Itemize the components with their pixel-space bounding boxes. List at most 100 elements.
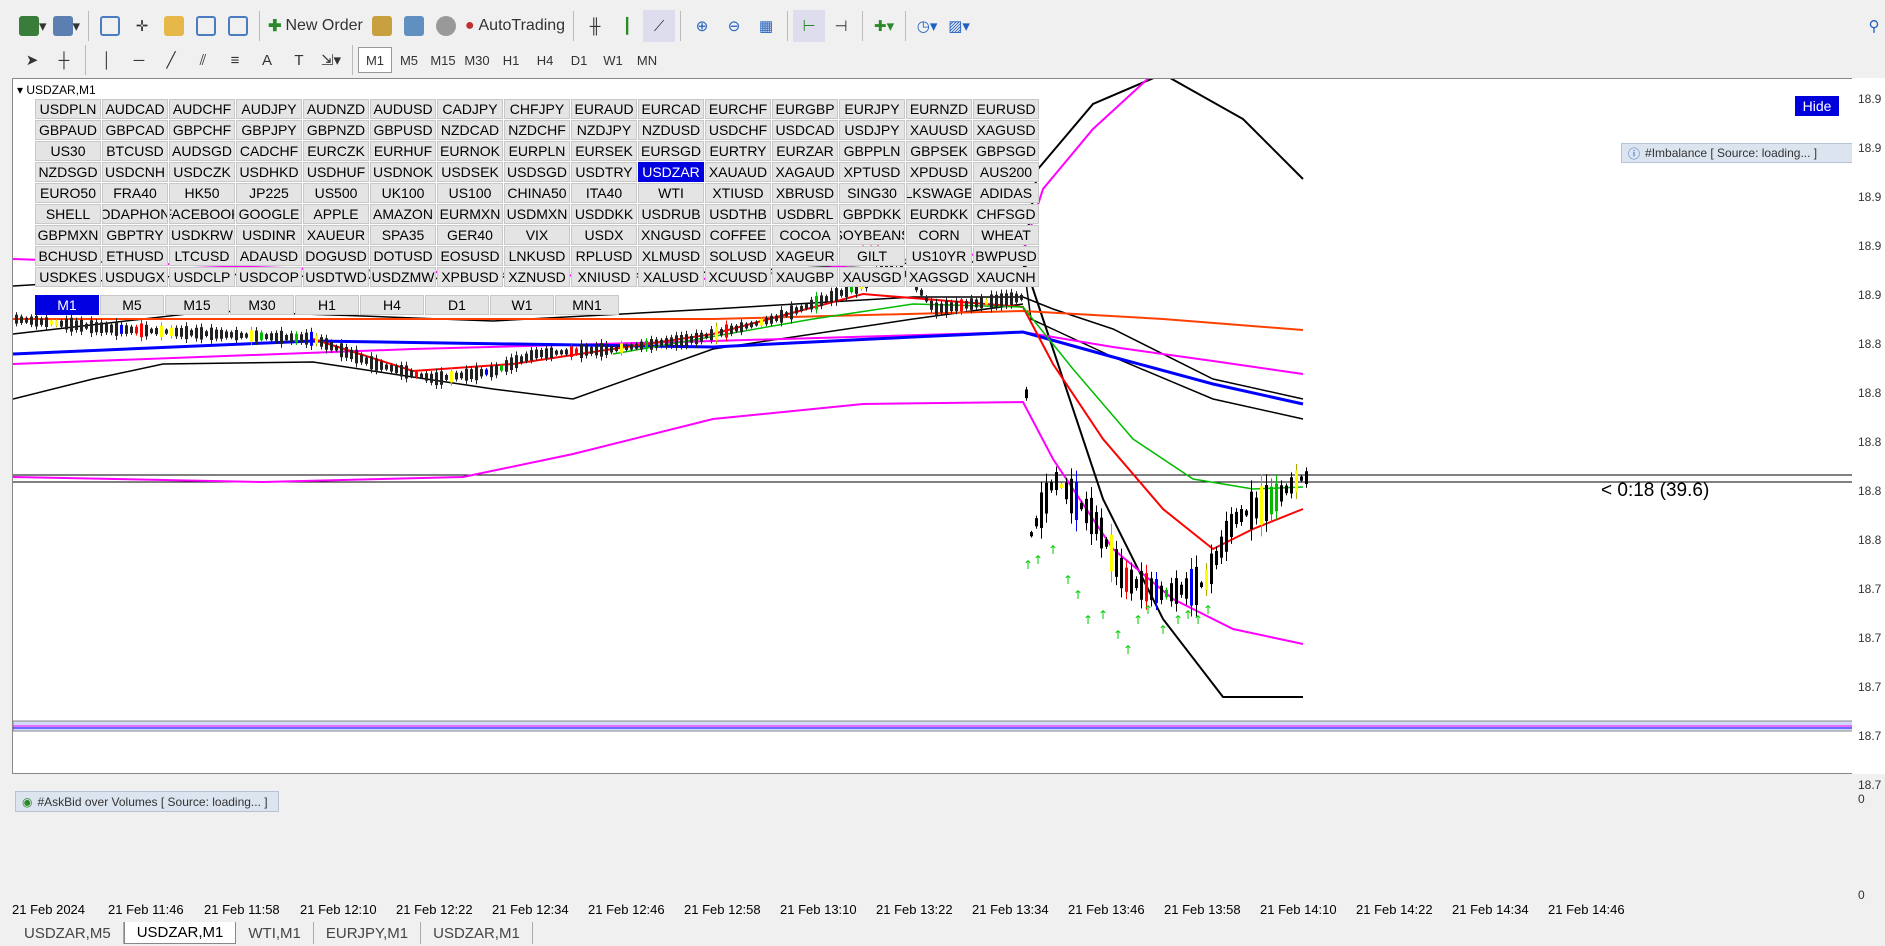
symbol-button-usdczk[interactable]: USDCZK xyxy=(169,162,235,182)
grid-timeframe-d1[interactable]: D1 xyxy=(425,295,489,315)
symbol-button-eursek[interactable]: EURSEK xyxy=(571,141,637,161)
symbol-button-uk100[interactable]: UK100 xyxy=(370,183,436,203)
symbol-button-bchusd[interactable]: BCHUSD xyxy=(35,246,101,266)
timeframe-mn[interactable]: MN xyxy=(630,47,664,73)
symbol-button-usdpln[interactable]: USDPLN xyxy=(35,99,101,119)
symbol-button-btcusd[interactable]: BTCUSD xyxy=(102,141,168,161)
symbol-button-eurnok[interactable]: EURNOK xyxy=(437,141,503,161)
symbol-button-usdkrw[interactable]: USDKRW xyxy=(169,225,235,245)
symbol-button-audnzd[interactable]: AUDNZD xyxy=(303,99,369,119)
symbol-button-usddkk[interactable]: USDDKK xyxy=(571,204,637,224)
zoom-out-icon[interactable]: ⊖ xyxy=(718,10,750,42)
symbol-button-facebook[interactable]: FACEBOOK xyxy=(169,204,235,224)
chart-window[interactable]: ↑↑↑↑↑↑↑↑↑↑↑↑↑↑↑↑↓↓↓↓ ▾ USDZAR,M1 USDPLNA… xyxy=(12,78,1865,812)
chart-tab-usdzar-m1[interactable]: USDZAR,M1 xyxy=(421,922,533,944)
symbol-button-xniusd[interactable]: XNIUSD xyxy=(571,267,637,287)
symbol-button-bwpusd[interactable]: BWPUSD xyxy=(973,246,1039,266)
symbol-button-wti[interactable]: WTI xyxy=(638,183,704,203)
symbol-button-eurczk[interactable]: EURCZK xyxy=(303,141,369,161)
bar-chart-icon[interactable]: ╫ xyxy=(579,10,611,42)
symbol-button-xagaud[interactable]: XAGAUD xyxy=(772,162,838,182)
trendline-icon[interactable]: ╱ xyxy=(155,44,187,76)
symbol-button-euro50[interactable]: EURO50 xyxy=(35,183,101,203)
symbol-button-vix[interactable]: VIX xyxy=(504,225,570,245)
symbol-button-xaueur[interactable]: XAUEUR xyxy=(303,225,369,245)
chart-tab-usdzar-m5[interactable]: USDZAR,M5 xyxy=(12,922,124,944)
timeframe-d1[interactable]: D1 xyxy=(562,47,596,73)
symbol-button-fra40[interactable]: FRA40 xyxy=(102,183,168,203)
symbol-button-chfjpy[interactable]: CHFJPY xyxy=(504,99,570,119)
symbol-button-gbptry[interactable]: GBPTRY xyxy=(102,225,168,245)
market-watch-icon[interactable] xyxy=(94,10,126,42)
symbol-button-aus200[interactable]: AUS200 xyxy=(973,162,1039,182)
symbol-button-xagsgd[interactable]: XAGSGD xyxy=(906,267,972,287)
grid-timeframe-m5[interactable]: M5 xyxy=(100,295,164,315)
symbol-button-us30[interactable]: US30 xyxy=(35,141,101,161)
symbol-button-usdsgd[interactable]: USDSGD xyxy=(504,162,570,182)
strategy-tester-icon[interactable] xyxy=(222,10,254,42)
symbol-button-gbpmxn[interactable]: GBPMXN xyxy=(35,225,101,245)
symbol-button-gbpusd[interactable]: GBPUSD xyxy=(370,120,436,140)
symbol-button-eurtry[interactable]: EURTRY xyxy=(705,141,771,161)
symbol-button-xptusd[interactable]: XPTUSD xyxy=(839,162,905,182)
symbol-button-nzdjpy[interactable]: NZDJPY xyxy=(571,120,637,140)
symbol-button-usdhuf[interactable]: USDHUF xyxy=(303,162,369,182)
grid-timeframe-w1[interactable]: W1 xyxy=(490,295,554,315)
symbol-button-eurpln[interactable]: EURPLN xyxy=(504,141,570,161)
timeframe-h1[interactable]: H1 xyxy=(494,47,528,73)
grid-timeframe-h4[interactable]: H4 xyxy=(360,295,424,315)
symbol-button-xznusd[interactable]: XZNUSD xyxy=(504,267,570,287)
symbol-button-usdkes[interactable]: USDKES xyxy=(35,267,101,287)
timeframe-m1[interactable]: M1 xyxy=(358,47,392,73)
symbol-button-xausgd[interactable]: XAUSGD xyxy=(839,267,905,287)
symbol-button-hk50[interactable]: HK50 xyxy=(169,183,235,203)
symbol-button-apple[interactable]: APPLE xyxy=(303,204,369,224)
symbol-button-ethusd[interactable]: ETHUSD xyxy=(102,246,168,266)
cursor-icon[interactable]: ➤ xyxy=(16,44,48,76)
symbol-button-google[interactable]: GOOGLE xyxy=(236,204,302,224)
symbol-button-coffee[interactable]: COFFEE xyxy=(705,225,771,245)
symbol-button-audcad[interactable]: AUDCAD xyxy=(102,99,168,119)
symbol-button-gbpdkk[interactable]: GBPDKK xyxy=(839,204,905,224)
symbol-button-xtiusd[interactable]: XTIUSD xyxy=(705,183,771,203)
symbol-button-us500[interactable]: US500 xyxy=(303,183,369,203)
symbol-button-cadjpy[interactable]: CADJPY xyxy=(437,99,503,119)
symbol-button-usdthb[interactable]: USDTHB xyxy=(705,204,771,224)
symbol-button-xauusd[interactable]: XAUUSD xyxy=(906,120,972,140)
symbol-button-audsgd[interactable]: AUDSGD xyxy=(169,141,235,161)
symbol-button-eurchf[interactable]: EURCHF xyxy=(705,99,771,119)
symbol-button-xcuusd[interactable]: XCUUSD xyxy=(705,267,771,287)
autotrading-button[interactable]: ● AutoTrading xyxy=(462,10,568,42)
indicators-icon[interactable]: ✚▾ xyxy=(868,10,900,42)
symbol-button-gbpaud[interactable]: GBPAUD xyxy=(35,120,101,140)
symbol-button-xageur[interactable]: XAGEUR xyxy=(772,246,838,266)
market-icon[interactable] xyxy=(430,10,462,42)
symbol-button-audusd[interactable]: AUDUSD xyxy=(370,99,436,119)
chart-tab-wti-m1[interactable]: WTI,M1 xyxy=(236,922,314,944)
symbol-button-usdnok[interactable]: USDNOK xyxy=(370,162,436,182)
symbol-button-chfsgd[interactable]: CHFSGD xyxy=(973,204,1039,224)
symbol-button-eurjpy[interactable]: EURJPY xyxy=(839,99,905,119)
zoom-in-icon[interactable]: ⊕ xyxy=(686,10,718,42)
symbol-button-ger40[interactable]: GER40 xyxy=(437,225,503,245)
search-icon[interactable]: ⚲ xyxy=(1858,10,1885,42)
symbol-button-audjpy[interactable]: AUDJPY xyxy=(236,99,302,119)
chart-shift-icon[interactable]: ⊣ xyxy=(825,10,857,42)
symbol-button-usdzar[interactable]: USDZAR xyxy=(638,162,704,182)
symbol-button-euraud[interactable]: EURAUD xyxy=(571,99,637,119)
chart-tab-eurjpy-m1[interactable]: EURJPY,M1 xyxy=(314,922,422,944)
symbol-button-usdcop[interactable]: USDCOP xyxy=(236,267,302,287)
channel-icon[interactable]: ⫽ xyxy=(187,44,219,76)
symbol-button-usdtwd[interactable]: USDTWD xyxy=(303,267,369,287)
terminal-icon[interactable] xyxy=(190,10,222,42)
candlestick-icon[interactable]: ┃ xyxy=(611,10,643,42)
text-icon[interactable]: A xyxy=(251,44,283,76)
vertical-line-icon[interactable]: │ xyxy=(91,44,123,76)
data-window-icon[interactable]: ✛ xyxy=(126,10,158,42)
symbol-button-china50[interactable]: CHINA50 xyxy=(504,183,570,203)
horizontal-line-icon[interactable]: ─ xyxy=(123,44,155,76)
symbol-button-usdcnh[interactable]: USDCNH xyxy=(102,162,168,182)
symbol-button-usdugx[interactable]: USDUGX xyxy=(102,267,168,287)
profiles-icon[interactable]: ▾ xyxy=(50,10,84,42)
symbol-button-usdhkd[interactable]: USDHKD xyxy=(236,162,302,182)
